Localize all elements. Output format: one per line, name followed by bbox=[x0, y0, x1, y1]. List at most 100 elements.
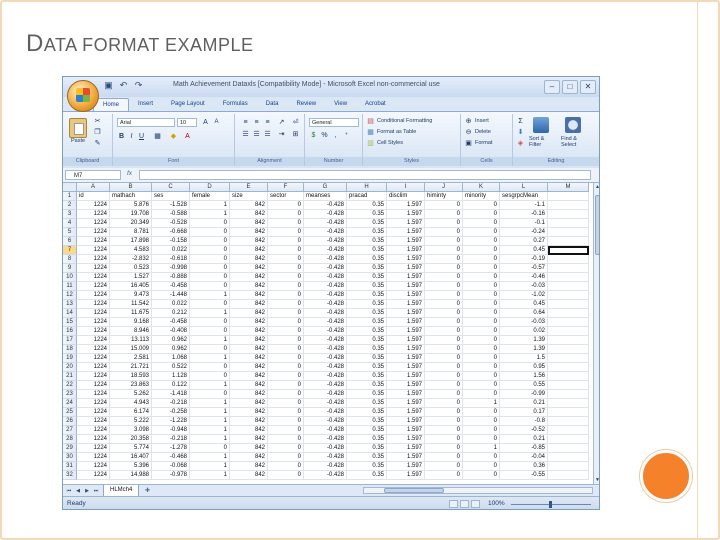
data-cell[interactable]: 0 bbox=[190, 219, 230, 228]
data-cell[interactable]: 0 bbox=[425, 444, 463, 453]
data-cell[interactable]: 1224 bbox=[77, 399, 110, 408]
data-cell[interactable]: 842 bbox=[230, 417, 268, 426]
row-header[interactable]: 32 bbox=[63, 471, 77, 480]
data-cell[interactable]: 0 bbox=[463, 246, 500, 255]
data-cell[interactable]: -0.428 bbox=[304, 246, 347, 255]
data-cell[interactable]: 1.597 bbox=[387, 417, 425, 426]
tab-insert[interactable]: Insert bbox=[129, 98, 162, 111]
data-cell[interactable]: 0.35 bbox=[347, 444, 387, 453]
data-cell[interactable]: 842 bbox=[230, 390, 268, 399]
data-cell[interactable] bbox=[548, 390, 589, 399]
data-cell[interactable]: 842 bbox=[230, 327, 268, 336]
tab-formulas[interactable]: Formulas bbox=[214, 98, 257, 111]
data-cell[interactable]: -0.218 bbox=[152, 435, 190, 444]
data-cell[interactable]: 1.597 bbox=[387, 237, 425, 246]
data-cell[interactable]: 0 bbox=[190, 363, 230, 372]
data-cell[interactable]: 842 bbox=[230, 228, 268, 237]
data-cell[interactable]: 0 bbox=[463, 228, 500, 237]
data-cell[interactable]: 1.597 bbox=[387, 372, 425, 381]
data-cell[interactable]: 1.597 bbox=[387, 444, 425, 453]
data-cell[interactable]: 0 bbox=[425, 354, 463, 363]
data-cell[interactable]: 0 bbox=[425, 237, 463, 246]
close-icon[interactable]: ✕ bbox=[580, 80, 596, 94]
data-cell[interactable]: 9.168 bbox=[110, 318, 152, 327]
data-cell[interactable]: 14.988 bbox=[110, 471, 152, 480]
data-cell[interactable]: 0.212 bbox=[152, 309, 190, 318]
data-cell[interactable]: -0.16 bbox=[500, 210, 548, 219]
data-cell[interactable]: -0.04 bbox=[500, 453, 548, 462]
data-cell[interactable]: 5.396 bbox=[110, 462, 152, 471]
data-cell[interactable] bbox=[548, 471, 589, 480]
data-cell[interactable]: 0.35 bbox=[347, 246, 387, 255]
conditional-formatting-button[interactable]: Conditional Formatting bbox=[377, 118, 432, 124]
data-cell[interactable]: 1 bbox=[190, 210, 230, 219]
data-cell[interactable] bbox=[548, 453, 589, 462]
data-cell[interactable]: 5.876 bbox=[110, 201, 152, 210]
data-cell[interactable]: 842 bbox=[230, 210, 268, 219]
data-cell[interactable]: 0 bbox=[463, 372, 500, 381]
data-cell[interactable]: 0.17 bbox=[500, 408, 548, 417]
data-cell[interactable]: 0 bbox=[463, 462, 500, 471]
data-cell[interactable]: 1 bbox=[190, 336, 230, 345]
data-cell[interactable]: 1224 bbox=[77, 264, 110, 273]
data-cell[interactable]: 0.45 bbox=[500, 246, 548, 255]
column-header-a[interactable]: A bbox=[77, 183, 110, 192]
data-cell[interactable]: 842 bbox=[230, 282, 268, 291]
data-cell[interactable]: 0 bbox=[463, 417, 500, 426]
data-cell[interactable]: 1224 bbox=[77, 462, 110, 471]
data-cell[interactable]: 0 bbox=[268, 408, 304, 417]
data-cell[interactable] bbox=[548, 399, 589, 408]
data-cell[interactable]: 0 bbox=[463, 471, 500, 480]
orientation-icon[interactable]: ↗ bbox=[277, 118, 286, 127]
row-header[interactable]: 29 bbox=[63, 444, 77, 453]
data-cell[interactable]: -0.428 bbox=[304, 201, 347, 210]
data-cell[interactable]: -0.1 bbox=[500, 219, 548, 228]
data-cell[interactable]: 1.597 bbox=[387, 363, 425, 372]
paste-label[interactable]: Paste bbox=[71, 138, 85, 144]
data-cell[interactable]: -0.428 bbox=[304, 453, 347, 462]
data-cell[interactable]: 842 bbox=[230, 453, 268, 462]
data-cell[interactable]: 0.35 bbox=[347, 318, 387, 327]
data-cell[interactable]: 1224 bbox=[77, 273, 110, 282]
data-cell[interactable]: 9.473 bbox=[110, 291, 152, 300]
merge-center-icon[interactable]: ⊞ bbox=[291, 130, 300, 139]
data-cell[interactable]: 0.35 bbox=[347, 363, 387, 372]
row-header[interactable]: 21 bbox=[63, 372, 77, 381]
insert-button[interactable]: Insert bbox=[475, 118, 489, 124]
data-cell[interactable]: -0.57 bbox=[500, 264, 548, 273]
data-cell[interactable]: 0 bbox=[425, 201, 463, 210]
data-cell[interactable]: 1.597 bbox=[387, 219, 425, 228]
data-cell[interactable]: 17.898 bbox=[110, 237, 152, 246]
data-cell[interactable]: 1.597 bbox=[387, 453, 425, 462]
data-cell[interactable]: 0 bbox=[425, 372, 463, 381]
data-cell[interactable]: 1 bbox=[190, 435, 230, 444]
row-header[interactable]: 16 bbox=[63, 327, 77, 336]
data-cell[interactable]: 0 bbox=[463, 354, 500, 363]
data-cell[interactable]: 0 bbox=[268, 309, 304, 318]
row-header[interactable]: 25 bbox=[63, 408, 77, 417]
data-cell[interactable]: 0.35 bbox=[347, 264, 387, 273]
data-cell[interactable]: -0.428 bbox=[304, 318, 347, 327]
data-cell[interactable]: 0 bbox=[190, 246, 230, 255]
data-cell[interactable]: 1224 bbox=[77, 336, 110, 345]
data-cell[interactable]: -0.068 bbox=[152, 462, 190, 471]
wrap-text-icon[interactable]: ⏎ bbox=[291, 118, 300, 127]
data-cell[interactable]: -0.458 bbox=[152, 318, 190, 327]
scroll-up-icon[interactable]: ▲ bbox=[594, 183, 599, 191]
data-cell[interactable]: 1.597 bbox=[387, 381, 425, 390]
data-cell[interactable]: 1224 bbox=[77, 237, 110, 246]
data-cell[interactable] bbox=[548, 219, 589, 228]
data-cell[interactable]: 0.35 bbox=[347, 336, 387, 345]
data-cell[interactable]: -0.428 bbox=[304, 435, 347, 444]
data-cell[interactable]: -0.218 bbox=[152, 399, 190, 408]
data-cell[interactable]: -0.428 bbox=[304, 291, 347, 300]
data-cell[interactable]: 0 bbox=[268, 327, 304, 336]
data-cell[interactable]: 0.35 bbox=[347, 300, 387, 309]
data-cell[interactable]: 0.35 bbox=[347, 228, 387, 237]
data-cell[interactable]: 1.56 bbox=[500, 372, 548, 381]
data-cell[interactable]: 0 bbox=[190, 444, 230, 453]
data-cell[interactable]: 0 bbox=[268, 435, 304, 444]
data-cell[interactable]: 8.946 bbox=[110, 327, 152, 336]
data-cell[interactable]: -0.428 bbox=[304, 390, 347, 399]
office-button[interactable] bbox=[67, 80, 99, 112]
